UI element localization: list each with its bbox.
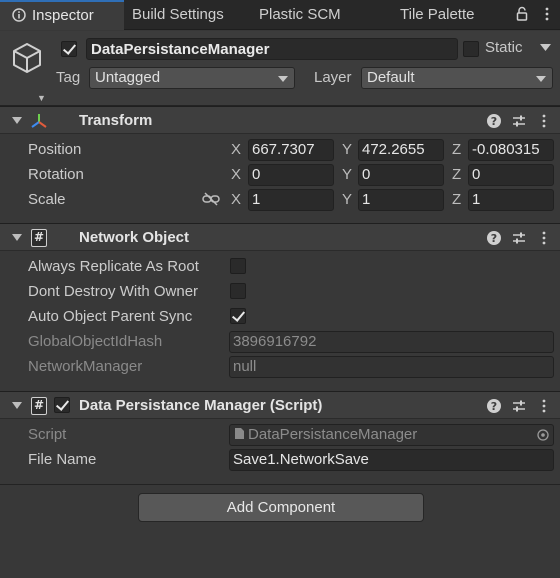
component-menu-icon[interactable] [536,113,552,129]
help-icon[interactable]: ? [486,398,502,414]
constrain-proportions-link-icon[interactable] [202,192,220,206]
foldout-arrow-icon[interactable] [12,117,22,124]
tab-bar: Inspector Build Settings Plastic SCM Til… [0,0,560,30]
script-label: Script [28,426,67,443]
layer-dropdown[interactable]: Default [361,67,553,89]
foldout-arrow-icon[interactable] [12,234,22,241]
axis-x-label[interactable]: X [231,190,241,210]
axis-z-label[interactable]: Z [452,165,461,185]
svg-text:?: ? [491,232,497,245]
network-object-header[interactable]: # Network Object ? [0,223,560,251]
presets-sliders-icon[interactable] [511,398,527,414]
rotation-x-field[interactable]: 0 [248,164,334,186]
tag-value: Untagged [95,69,161,86]
object-picker-icon[interactable] [537,429,549,441]
network-manager-field: null [229,356,554,378]
script-hash-icon: # [31,229,47,247]
axis-y-label[interactable]: Y [342,165,352,185]
script-component-title: Data Persistance Manager (Script) [79,397,323,414]
script-enabled-checkbox[interactable] [54,397,70,413]
layer-label: Layer [314,69,352,86]
tab-inspector[interactable]: Inspector [0,0,124,30]
tag-dropdown[interactable]: Untagged [89,67,295,89]
axis-z-label[interactable]: Z [452,190,461,210]
icon-dropdown-caret-icon[interactable]: ▼ [37,94,46,103]
global-object-id-hash-label: GlobalObjectIdHash [28,333,163,350]
transform-axes-icon [31,114,47,128]
axis-y-label[interactable]: Y [342,190,352,210]
network-object-title: Network Object [79,229,190,246]
script-component-header[interactable]: # Data Persistance Manager (Script) ? [0,391,560,419]
axis-x-label[interactable]: X [231,140,241,160]
position-x-field[interactable]: 667.7307 [248,139,334,161]
always-replicate-label: Always Replicate As Root [28,258,199,275]
script-file-icon [235,428,244,439]
active-checkbox[interactable] [61,41,77,57]
dont-destroy-checkbox[interactable] [230,283,246,299]
component-menu-icon[interactable] [536,230,552,246]
position-y-field[interactable]: 472.2655 [358,139,444,161]
foldout-arrow-icon[interactable] [12,402,22,409]
network-manager-label: NetworkManager [28,358,143,375]
auto-parent-sync-label: Auto Object Parent Sync [28,308,193,325]
tab-tile-palette[interactable]: Tile Palette [400,0,474,30]
scale-z-field[interactable]: 1 [468,189,554,211]
rotation-label: Rotation [28,166,84,183]
global-object-id-hash-field: 3896916792 [229,331,554,353]
file-name-label: File Name [28,451,97,468]
add-component-button[interactable]: Add Component [138,493,424,522]
scale-y-field[interactable]: 1 [358,189,444,211]
script-value: DataPersistanceManager [248,426,418,443]
position-z-field[interactable]: -0.080315 [468,139,554,161]
tag-label: Tag [56,69,81,86]
rotation-z-field[interactable]: 0 [468,164,554,186]
static-label: Static [485,39,523,56]
position-label: Position [28,141,82,158]
lock-icon[interactable] [514,6,530,22]
tab-label: Inspector [32,7,94,24]
auto-parent-sync-checkbox[interactable] [230,308,246,324]
axis-z-label[interactable]: Z [452,140,461,160]
static-checkbox[interactable] [463,41,479,57]
component-menu-icon[interactable] [536,398,552,414]
more-options-icon[interactable] [539,6,555,22]
script-object-field[interactable]: DataPersistanceManager [229,424,554,446]
file-name-field[interactable]: Save1.NetworkSave [229,449,554,471]
chevron-down-icon [278,76,288,82]
svg-text:?: ? [491,115,497,128]
always-replicate-checkbox[interactable] [230,258,246,274]
tab-label: Plastic SCM [259,6,341,23]
chevron-down-icon [536,76,546,82]
gameobject-cube-icon[interactable] [10,41,44,75]
help-icon[interactable]: ? [486,113,502,129]
tab-label: Build Settings [132,6,224,23]
tab-plastic-scm[interactable]: Plastic SCM [259,0,341,30]
rotation-y-field[interactable]: 0 [358,164,444,186]
info-icon [12,8,26,22]
script-hash-icon: # [31,397,47,415]
presets-sliders-icon[interactable] [511,113,527,129]
object-name-field[interactable]: DataPersistanceManager [86,38,458,60]
svg-text:?: ? [491,400,497,413]
dont-destroy-label: Dont Destroy With Owner [28,283,199,300]
tab-label: Tile Palette [400,6,475,23]
presets-sliders-icon[interactable] [511,230,527,246]
axis-x-label[interactable]: X [231,165,241,185]
scale-x-field[interactable]: 1 [248,189,334,211]
help-icon[interactable]: ? [486,230,502,246]
static-dropdown-chevron-icon[interactable] [540,44,551,52]
layer-value: Default [367,69,415,86]
transform-header[interactable]: Transform ? [0,106,560,134]
axis-y-label[interactable]: Y [342,140,352,160]
tab-build-settings[interactable]: Build Settings [132,0,224,30]
scale-label: Scale [28,191,66,208]
gameobject-header: ▼ DataPersistanceManager Static Tag Unta… [0,31,560,106]
transform-title: Transform [79,112,153,129]
